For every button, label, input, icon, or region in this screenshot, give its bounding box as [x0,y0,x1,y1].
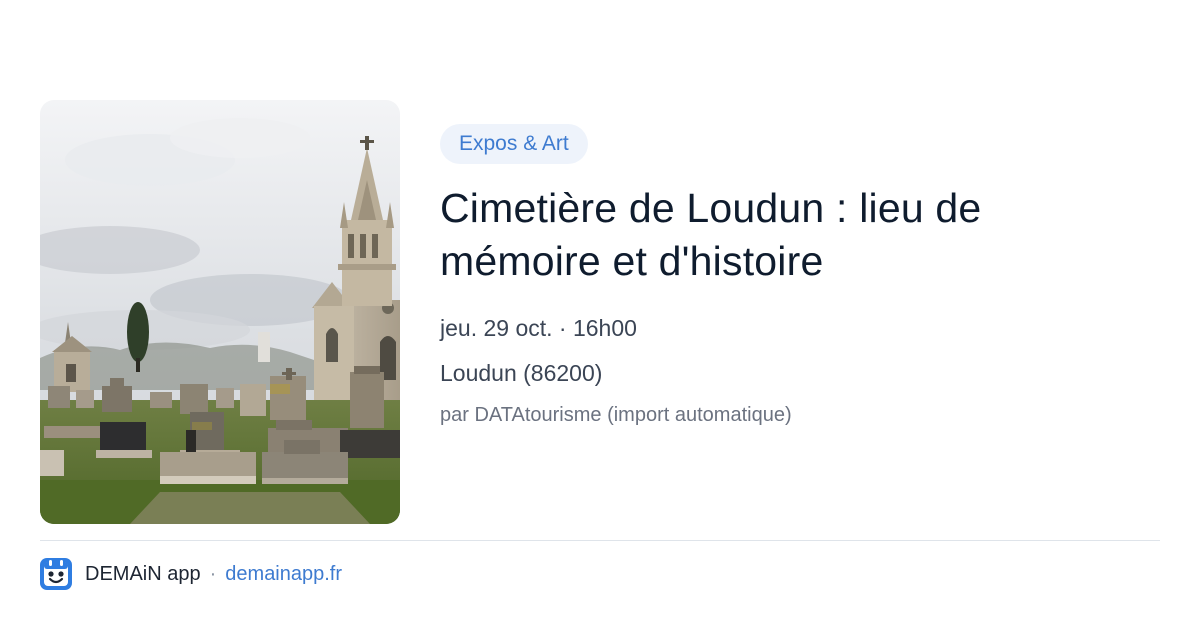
cemetery-photo [40,100,400,524]
footer-divider [40,540,1160,541]
footer: DEMAiN app · demainapp.fr [40,558,342,590]
event-location: Loudun (86200) [440,360,603,386]
app-url-link[interactable]: demainapp.fr [225,563,342,586]
category-badge[interactable]: Expos & Art [440,124,588,164]
app-name: DEMAiN app [85,562,201,585]
event-date: jeu. 29 oct. · 16h00 [440,315,637,341]
demain-logo-icon [40,558,72,590]
event-source: par DATAtourisme (import automatique) [440,404,792,426]
event-title: Cimetière de Loudun : lieu de mémoire et… [440,185,982,284]
event-image[interactable] [40,100,400,524]
footer-separator: · [209,562,217,585]
